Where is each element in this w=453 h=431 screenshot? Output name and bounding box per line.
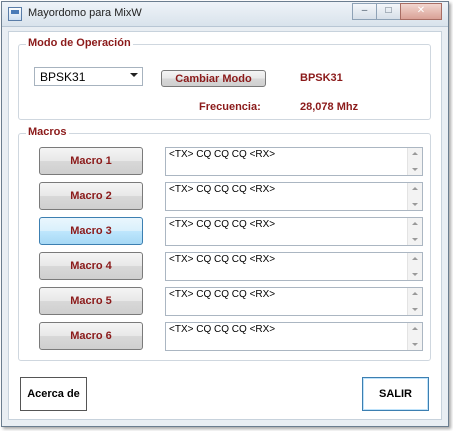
minimize-icon: – [361,5,368,16]
macro-2-button[interactable]: Macro 2 [39,182,143,210]
mode-select-value: BPSK31 [40,70,86,84]
title-bar[interactable]: Mayordomo para MixW – □ ✕ [2,2,448,27]
window-title: Mayordomo para MixW [28,7,142,19]
maximize-icon: □ [385,5,392,16]
frequency-label: Frecuencia: [199,101,261,113]
scroll-up-arrow-icon[interactable] [412,187,418,190]
close-icon: ✕ [416,5,426,16]
macro-1-text[interactable]: <TX> CQ CQ CQ <RX> [165,147,423,176]
frequency-value: 28,078 Mhz [300,101,359,113]
macro-6-scrollbar[interactable] [407,323,422,350]
macro-3-text-value: <TX> CQ CQ CQ <RX> [169,219,276,230]
scroll-down-arrow-icon[interactable] [412,273,418,276]
macro-6-button[interactable]: Macro 6 [39,322,143,350]
macro-2-scrollbar[interactable] [407,183,422,210]
macro-3-button[interactable]: Macro 3 [39,217,143,245]
app-window-icon [8,7,22,21]
scroll-up-arrow-icon[interactable] [412,152,418,155]
exit-button[interactable]: SALIR [362,377,429,411]
macro-5-scrollbar[interactable] [407,288,422,315]
macro-4-scrollbar[interactable] [407,253,422,280]
change-mode-button[interactable]: Cambiar Modo [161,70,266,87]
macro-4-text[interactable]: <TX> CQ CQ CQ <RX> [165,252,423,281]
scroll-up-arrow-icon[interactable] [412,222,418,225]
client-area: Modo de Operación BPSK31 Cambiar Modo BP… [8,31,442,420]
macro-5-button[interactable]: Macro 5 [39,287,143,315]
macro-6-text[interactable]: <TX> CQ CQ CQ <RX> [165,322,423,351]
main-window: Mayordomo para MixW – □ ✕ Modo de Operac… [1,1,449,427]
about-button[interactable]: Acerca de [20,377,87,411]
scroll-up-arrow-icon[interactable] [412,257,418,260]
maximize-button[interactable]: □ [376,3,401,20]
scroll-down-arrow-icon[interactable] [412,168,418,171]
window-controls: – □ ✕ [352,3,442,20]
mode-group-title: Modo de Operación [26,37,133,49]
macro-1-text-value: <TX> CQ CQ CQ <RX> [169,149,276,160]
close-button[interactable]: ✕ [400,3,442,20]
scroll-up-arrow-icon[interactable] [412,327,418,330]
macro-3-text[interactable]: <TX> CQ CQ CQ <RX> [165,217,423,246]
macro-1-scrollbar[interactable] [407,148,422,175]
macros-group: Macros Macro 1 <TX> CQ CQ CQ <RX> Macro … [18,126,431,361]
macro-4-button[interactable]: Macro 4 [39,252,143,280]
minimize-button[interactable]: – [352,3,377,20]
scroll-down-arrow-icon[interactable] [412,238,418,241]
scroll-down-arrow-icon[interactable] [412,203,418,206]
macro-1-button[interactable]: Macro 1 [39,147,143,175]
macros-group-title: Macros [26,126,69,138]
macro-2-text-value: <TX> CQ CQ CQ <RX> [169,184,276,195]
macro-6-text-value: <TX> CQ CQ CQ <RX> [169,324,276,335]
macro-5-text[interactable]: <TX> CQ CQ CQ <RX> [165,287,423,316]
scroll-down-arrow-icon[interactable] [412,343,418,346]
macro-4-text-value: <TX> CQ CQ CQ <RX> [169,254,276,265]
macro-5-text-value: <TX> CQ CQ CQ <RX> [169,289,276,300]
macro-2-text[interactable]: <TX> CQ CQ CQ <RX> [165,182,423,211]
mode-select[interactable]: BPSK31 [34,67,143,86]
current-mode-value: BPSK31 [300,72,343,84]
macro-3-scrollbar[interactable] [407,218,422,245]
chevron-down-icon [130,73,138,77]
scroll-down-arrow-icon[interactable] [412,308,418,311]
mode-group: Modo de Operación BPSK31 Cambiar Modo BP… [18,37,431,120]
scroll-up-arrow-icon[interactable] [412,292,418,295]
